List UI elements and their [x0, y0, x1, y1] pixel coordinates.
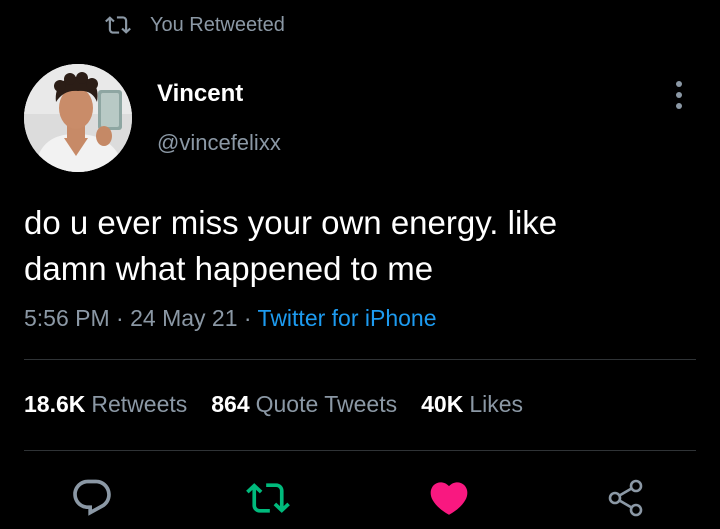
retweet-context-label: You Retweeted — [150, 13, 285, 36]
share-button[interactable] — [605, 476, 649, 520]
more-vertical-icon — [676, 81, 682, 109]
author-name[interactable]: Vincent — [157, 80, 243, 108]
retweets-count: 18.6K — [24, 391, 86, 417]
tweet-text-line: damn what happened to me — [24, 250, 434, 287]
likes-stat[interactable]: 40K Likes — [421, 391, 523, 418]
retweets-stat[interactable]: 18.6K Retweets — [24, 391, 187, 418]
quote-tweets-count: 864 — [211, 391, 250, 417]
tweet-date[interactable]: 24 May 21 — [130, 305, 237, 331]
quote-tweets-label: Quote Tweets — [255, 391, 398, 417]
retweet-button[interactable] — [246, 476, 290, 520]
tweet-text: do u ever miss your own energy. like dam… — [24, 200, 694, 292]
reply-button[interactable] — [70, 476, 114, 520]
tweet-text-line: do u ever miss your own energy. like — [24, 204, 558, 241]
meta-separator: · — [237, 305, 258, 331]
author-handle[interactable]: @vincefelixx — [157, 130, 281, 156]
avatar-photo — [24, 64, 132, 172]
heart-icon — [430, 482, 468, 515]
reply-icon — [73, 479, 111, 516]
retweets-label: Retweets — [91, 391, 188, 417]
retweet-icon — [246, 483, 290, 513]
likes-label: Likes — [469, 391, 524, 417]
avatar[interactable] — [24, 64, 132, 172]
retweet-context: You Retweeted — [105, 12, 285, 38]
more-options-button[interactable] — [664, 78, 694, 112]
share-icon — [608, 479, 643, 517]
likes-count: 40K — [421, 391, 464, 417]
tweet-time[interactable]: 5:56 PM — [24, 305, 110, 331]
divider — [24, 359, 696, 360]
retweet-icon — [105, 12, 131, 38]
tweet-meta: 5:56 PM · 24 May 21 · Twitter for iPhone — [24, 305, 437, 332]
tweet-stats: 18.6K Retweets 864 Quote Tweets 40K Likes — [24, 391, 547, 418]
meta-separator: · — [109, 305, 131, 331]
like-button[interactable] — [427, 476, 471, 520]
quote-tweets-stat[interactable]: 864 Quote Tweets — [211, 391, 397, 418]
tweet-source-link[interactable]: Twitter for iPhone — [258, 305, 437, 331]
divider — [24, 450, 696, 451]
